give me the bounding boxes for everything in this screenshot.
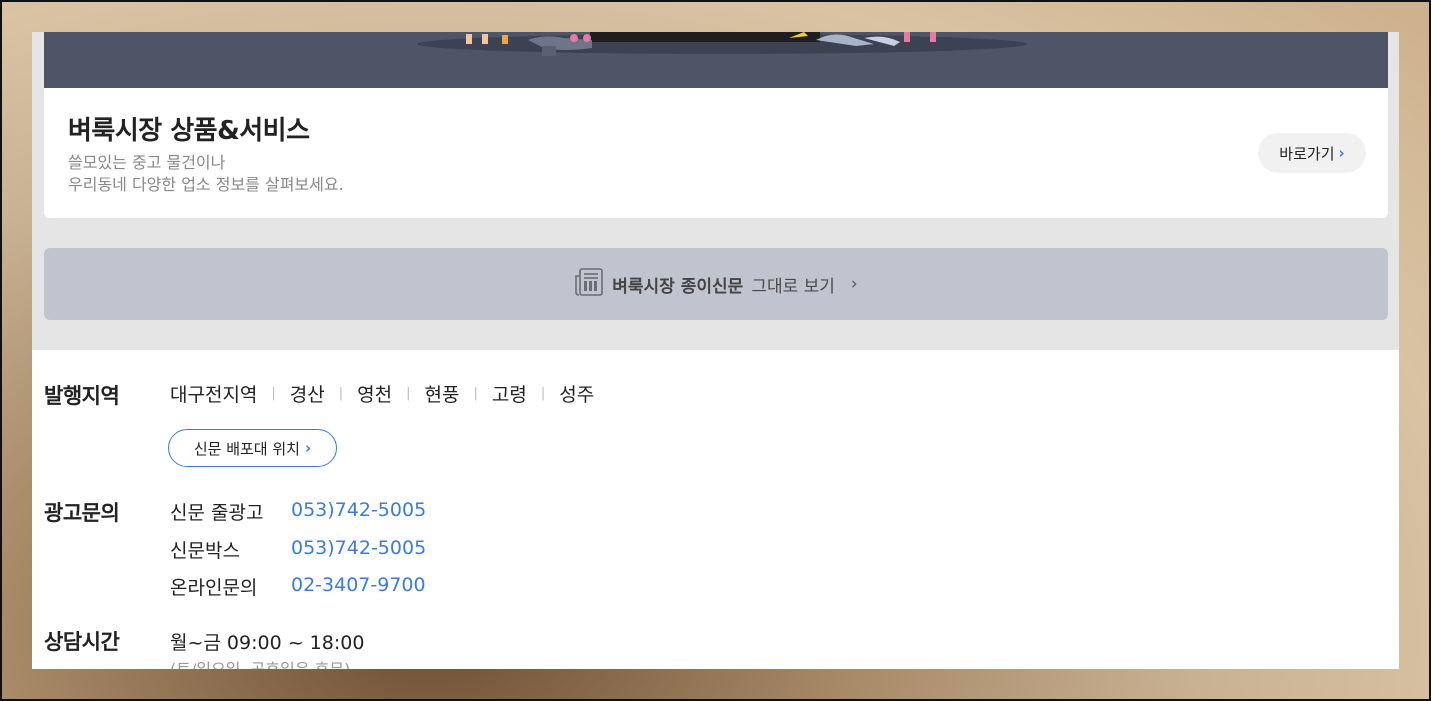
go-button[interactable]: 바로가기 › <box>1258 133 1366 173</box>
paper-newspaper-link[interactable]: 벼룩시장 종이신문 그대로 보기 › <box>44 248 1388 320</box>
ad-row-name: 신문 줄광고 <box>170 502 264 524</box>
consult-hours-note: (토/일요일, 공휴일은 휴무) <box>170 656 350 669</box>
chevron-right-icon: › <box>1338 144 1345 162</box>
service-card: 벼룩시장 상품&서비스 쓸모있는 중고 물건이나 우리동네 다양한 업소 정보를… <box>44 32 1388 218</box>
chevron-right-icon: › <box>850 274 858 294</box>
ad-row-phone[interactable]: 053)742-5005 <box>291 499 426 521</box>
banner-illustration <box>44 32 1388 88</box>
ad-row-name: 신문박스 <box>170 540 240 562</box>
card-description-line: 우리동네 다양한 업소 정보를 살펴보세요. <box>68 175 344 194</box>
ad-inquiry-label: 광고문의 <box>44 501 120 525</box>
divider: | <box>540 386 546 401</box>
go-button-label: 바로가기 <box>1279 144 1335 163</box>
paper-bar-title: 벼룩시장 종이신문 <box>612 276 744 297</box>
consult-hours-label: 상담시간 <box>44 630 120 654</box>
page-viewport: 벼룩시장 상품&서비스 쓸모있는 중고 물건이나 우리동네 다양한 업소 정보를… <box>32 32 1399 669</box>
card-title: 벼룩시장 상품&서비스 <box>68 116 310 146</box>
region-item[interactable]: 현풍 <box>425 380 460 407</box>
region-list: 대구전지역 | 경산 | 영천 | 현풍 | 고령 | 성주 <box>170 380 594 407</box>
ad-row-phone[interactable]: 02-3407-9700 <box>291 574 426 596</box>
ad-row-phone[interactable]: 053)742-5005 <box>291 537 426 559</box>
region-item[interactable]: 영천 <box>357 380 392 407</box>
divider: | <box>473 386 478 401</box>
regions-label: 발행지역 <box>44 384 120 408</box>
region-item[interactable]: 경산 <box>290 380 325 407</box>
card-description: 쓸모있는 중고 물건이나 우리동네 다양한 업소 정보를 살펴보세요. <box>68 152 344 196</box>
distribution-location-button[interactable]: 신문 배포대 위치 › <box>168 429 337 467</box>
region-item[interactable]: 고령 <box>492 380 527 407</box>
newspaper-icon <box>574 267 604 301</box>
region-item[interactable]: 대구전지역 <box>170 380 257 407</box>
consult-hours-value: 월~금 09:00 ~ 18:00 <box>170 632 365 654</box>
chevron-right-icon: › <box>304 439 312 457</box>
region-item[interactable]: 성주 <box>559 380 594 407</box>
distribution-button-label: 신문 배포대 위치 <box>193 439 300 458</box>
divider: | <box>406 386 411 401</box>
info-section: 발행지역 대구전지역 | 경산 | 영천 | 현풍 | 고령 | 성주 신문 배… <box>32 350 1399 669</box>
card-description-line: 쓸모있는 중고 물건이나 <box>68 153 226 172</box>
paper-bar-text: 그대로 보기 <box>751 276 835 297</box>
ad-row-name: 온라인문의 <box>170 577 258 599</box>
divider: | <box>271 386 276 401</box>
divider: | <box>338 386 344 401</box>
